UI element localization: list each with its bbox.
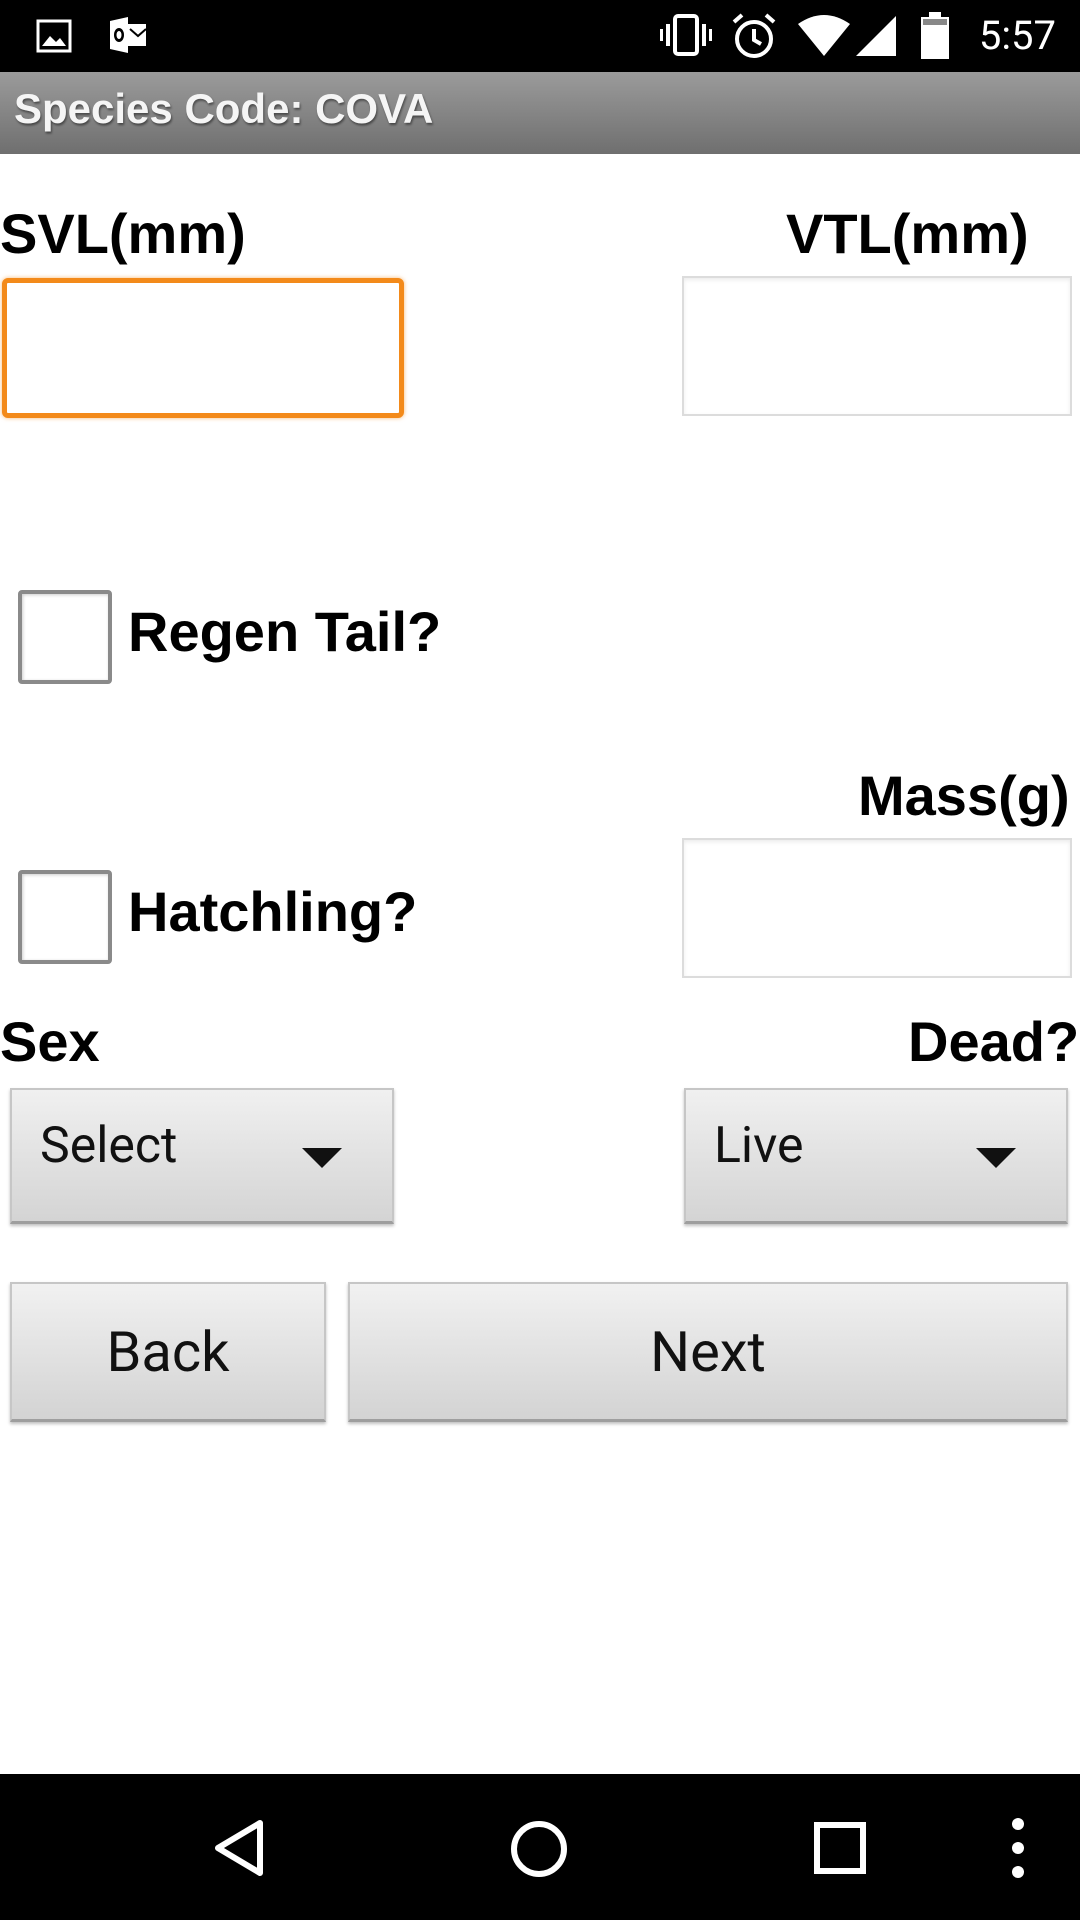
battery-icon	[920, 12, 950, 64]
image-icon	[36, 18, 72, 58]
vtl-input[interactable]	[682, 276, 1072, 416]
dead-label: Dead?	[908, 1010, 1080, 1073]
dead-dropdown[interactable]: Live	[684, 1088, 1068, 1224]
overflow-menu-icon[interactable]	[1008, 1816, 1028, 1884]
sex-dropdown[interactable]: Select	[10, 1088, 394, 1224]
status-bar: 5:57	[0, 0, 1080, 72]
wifi-icon	[796, 14, 852, 62]
page-title: Species Code: COVA	[14, 85, 434, 132]
dead-dropdown-value: Live	[714, 1117, 804, 1175]
vibrate-icon	[660, 12, 712, 62]
back-button[interactable]: Back	[10, 1282, 326, 1422]
mass-input[interactable]	[682, 838, 1072, 978]
title-bar: Species Code: COVA	[0, 72, 1080, 154]
back-triangle-icon[interactable]	[210, 1818, 270, 1882]
recents-square-icon[interactable]	[812, 1820, 868, 1880]
sex-dropdown-value: Select	[40, 1117, 178, 1175]
status-time: 5:57	[978, 12, 1056, 59]
regen-tail-checkbox[interactable]	[18, 590, 112, 684]
hatchling-checkbox[interactable]	[18, 870, 112, 964]
mass-label: Mass(g)	[858, 764, 1070, 827]
dropdown-arrow-icon	[302, 1148, 342, 1168]
next-button[interactable]: Next	[348, 1282, 1068, 1422]
hatchling-label: Hatchling?	[128, 880, 418, 943]
svl-input[interactable]	[2, 278, 404, 418]
outlook-icon	[108, 16, 148, 58]
navigation-bar	[0, 1774, 1080, 1920]
sex-label: Sex	[0, 1010, 100, 1073]
alarm-icon	[730, 12, 778, 64]
dropdown-arrow-icon	[976, 1148, 1016, 1168]
regen-tail-label: Regen Tail?	[128, 600, 442, 663]
signal-icon	[854, 14, 898, 62]
svl-label: SVL(mm)	[0, 202, 246, 265]
home-circle-icon[interactable]	[508, 1818, 570, 1884]
vtl-label: VTL(mm)	[786, 202, 1029, 265]
